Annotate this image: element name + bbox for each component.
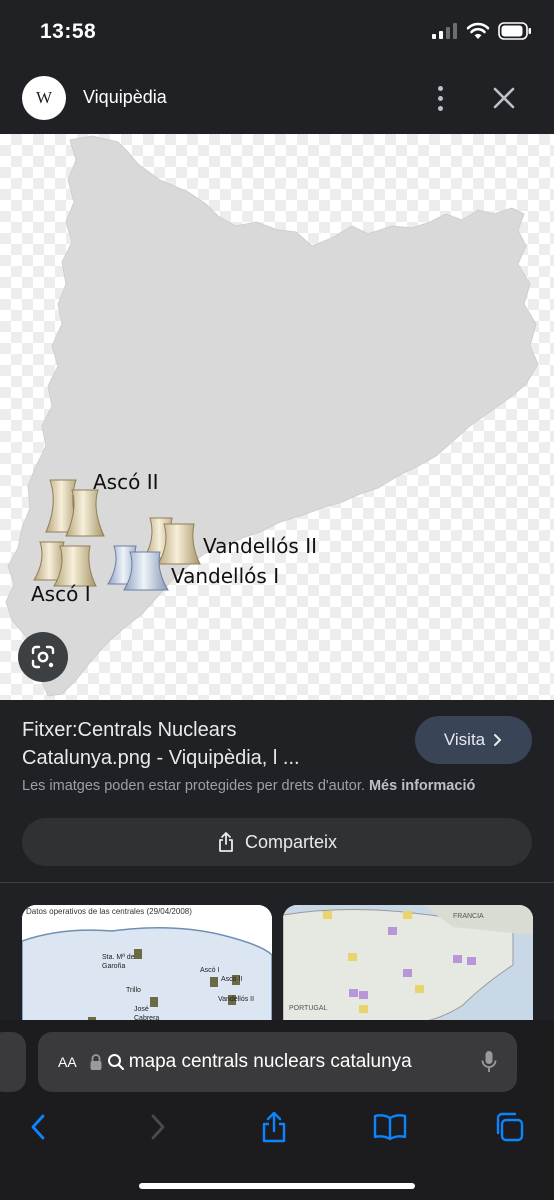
browser-toolbar — [0, 1102, 554, 1152]
more-dot-icon — [437, 95, 443, 101]
vandellos-i-towers — [107, 545, 169, 591]
search-icon — [107, 1054, 124, 1070]
related-image-1-title: Datos operativos de las centrales (29/04… — [26, 907, 192, 916]
catalonia-map — [5, 135, 539, 697]
home-indicator[interactable] — [139, 1183, 415, 1189]
result-title[interactable]: Fitxer:Centrals Nuclears Catalunya.png -… — [22, 716, 382, 772]
result-title-line-2: Catalunya.png - Viquipèdia, l ... — [22, 747, 300, 769]
aa-label: AA — [58, 1054, 77, 1070]
chevron-right-icon — [151, 1114, 165, 1140]
copyright-text: Les imatges poden estar protegides per d… — [22, 778, 365, 794]
copyright-notice: Les imatges poden estar protegides per d… — [22, 778, 475, 794]
result-info-panel: Fitxer:Centrals Nuclears Catalunya.png -… — [0, 700, 554, 1035]
map-image[interactable]: Ascó II Vandellós II Vandellós I Ascó I — [0, 134, 554, 700]
catalonia-outline — [5, 135, 539, 697]
more-dot-icon — [437, 105, 443, 111]
previous-tab-preview[interactable] — [0, 1032, 26, 1092]
reader-aa-button[interactable]: AA — [58, 1051, 77, 1073]
more-dot-icon — [437, 85, 443, 91]
wifi-icon — [466, 22, 490, 39]
battery-icon — [498, 22, 531, 40]
status-bar: 13:58 — [0, 0, 554, 66]
lock-icon — [90, 1054, 102, 1070]
book-icon — [373, 1114, 407, 1141]
related-image-2-label-2: PORTUGAL — [289, 1005, 328, 1012]
tabs-button[interactable] — [492, 1110, 526, 1144]
forward-button[interactable] — [141, 1110, 175, 1144]
divider — [0, 882, 554, 883]
wikipedia-logo-icon[interactable]: W — [22, 76, 66, 120]
related-image-1-label-5: Vandellós II — [218, 996, 255, 1003]
share-label: Comparteix — [244, 831, 338, 852]
visit-button[interactable]: Visita — [415, 716, 532, 764]
address-bar[interactable]: AA mapa centrals nuclears catalunya — [38, 1032, 517, 1092]
chevron-left-icon — [31, 1114, 45, 1140]
cellular-signal-icon — [432, 23, 457, 39]
site-name[interactable]: Viquipèdia — [83, 87, 167, 108]
share-icon — [262, 1111, 286, 1143]
close-icon[interactable] — [488, 84, 520, 114]
map-label-vandellos-ii: Vandellós II — [203, 534, 317, 558]
screen: 13:58 W Viquipèdia Ascó II Vandellós II … — [0, 0, 554, 1200]
bookmarks-button[interactable] — [373, 1110, 407, 1144]
share-page-button[interactable] — [257, 1110, 291, 1144]
map-label-asco-ii: Ascó II — [93, 470, 159, 494]
browser-bottom-bar: AA mapa centrals nuclears catalunya — [0, 1020, 554, 1200]
lens-icon — [31, 645, 55, 669]
more-info-link[interactable]: Més informació — [369, 778, 475, 794]
share-button[interactable]: Comparteix — [22, 818, 532, 866]
related-image-1-label-4: Trillo — [126, 987, 141, 994]
tabs-icon — [496, 1112, 524, 1142]
related-image-1[interactable]: Datos operativos de las centrales (29/04… — [22, 905, 272, 1035]
image-viewer-header: W Viquipèdia — [0, 66, 554, 134]
visit-label: Visita — [443, 730, 486, 749]
related-image-2[interactable]: FRANCIA PORTUGAL — [283, 905, 533, 1035]
more-options-button[interactable] — [425, 82, 455, 114]
related-image-1-label-2: Ascó I — [200, 967, 220, 974]
related-image-1-label-3: Ascó II — [221, 976, 243, 983]
microphone-icon[interactable] — [481, 1050, 497, 1074]
asco-i-towers — [33, 541, 97, 587]
map-label-asco-i: Ascó I — [31, 582, 91, 606]
status-time: 13:58 — [40, 20, 97, 43]
related-image-2-graphic — [283, 905, 533, 1035]
back-button[interactable] — [21, 1110, 55, 1144]
chevron-right-icon — [494, 734, 502, 746]
url-text: mapa centrals nuclears catalunya — [128, 1051, 412, 1072]
map-label-vandellos-i: Vandellós I — [171, 564, 280, 588]
status-icons — [432, 22, 532, 40]
related-image-1-label-1: Sta. Mª de Garoña — [102, 954, 135, 970]
result-title-line-1: Fitxer:Centrals Nuclears — [22, 719, 237, 741]
share-icon — [219, 832, 233, 852]
lens-search-button[interactable] — [18, 632, 68, 682]
related-image-2-label-1: FRANCIA — [453, 913, 484, 920]
